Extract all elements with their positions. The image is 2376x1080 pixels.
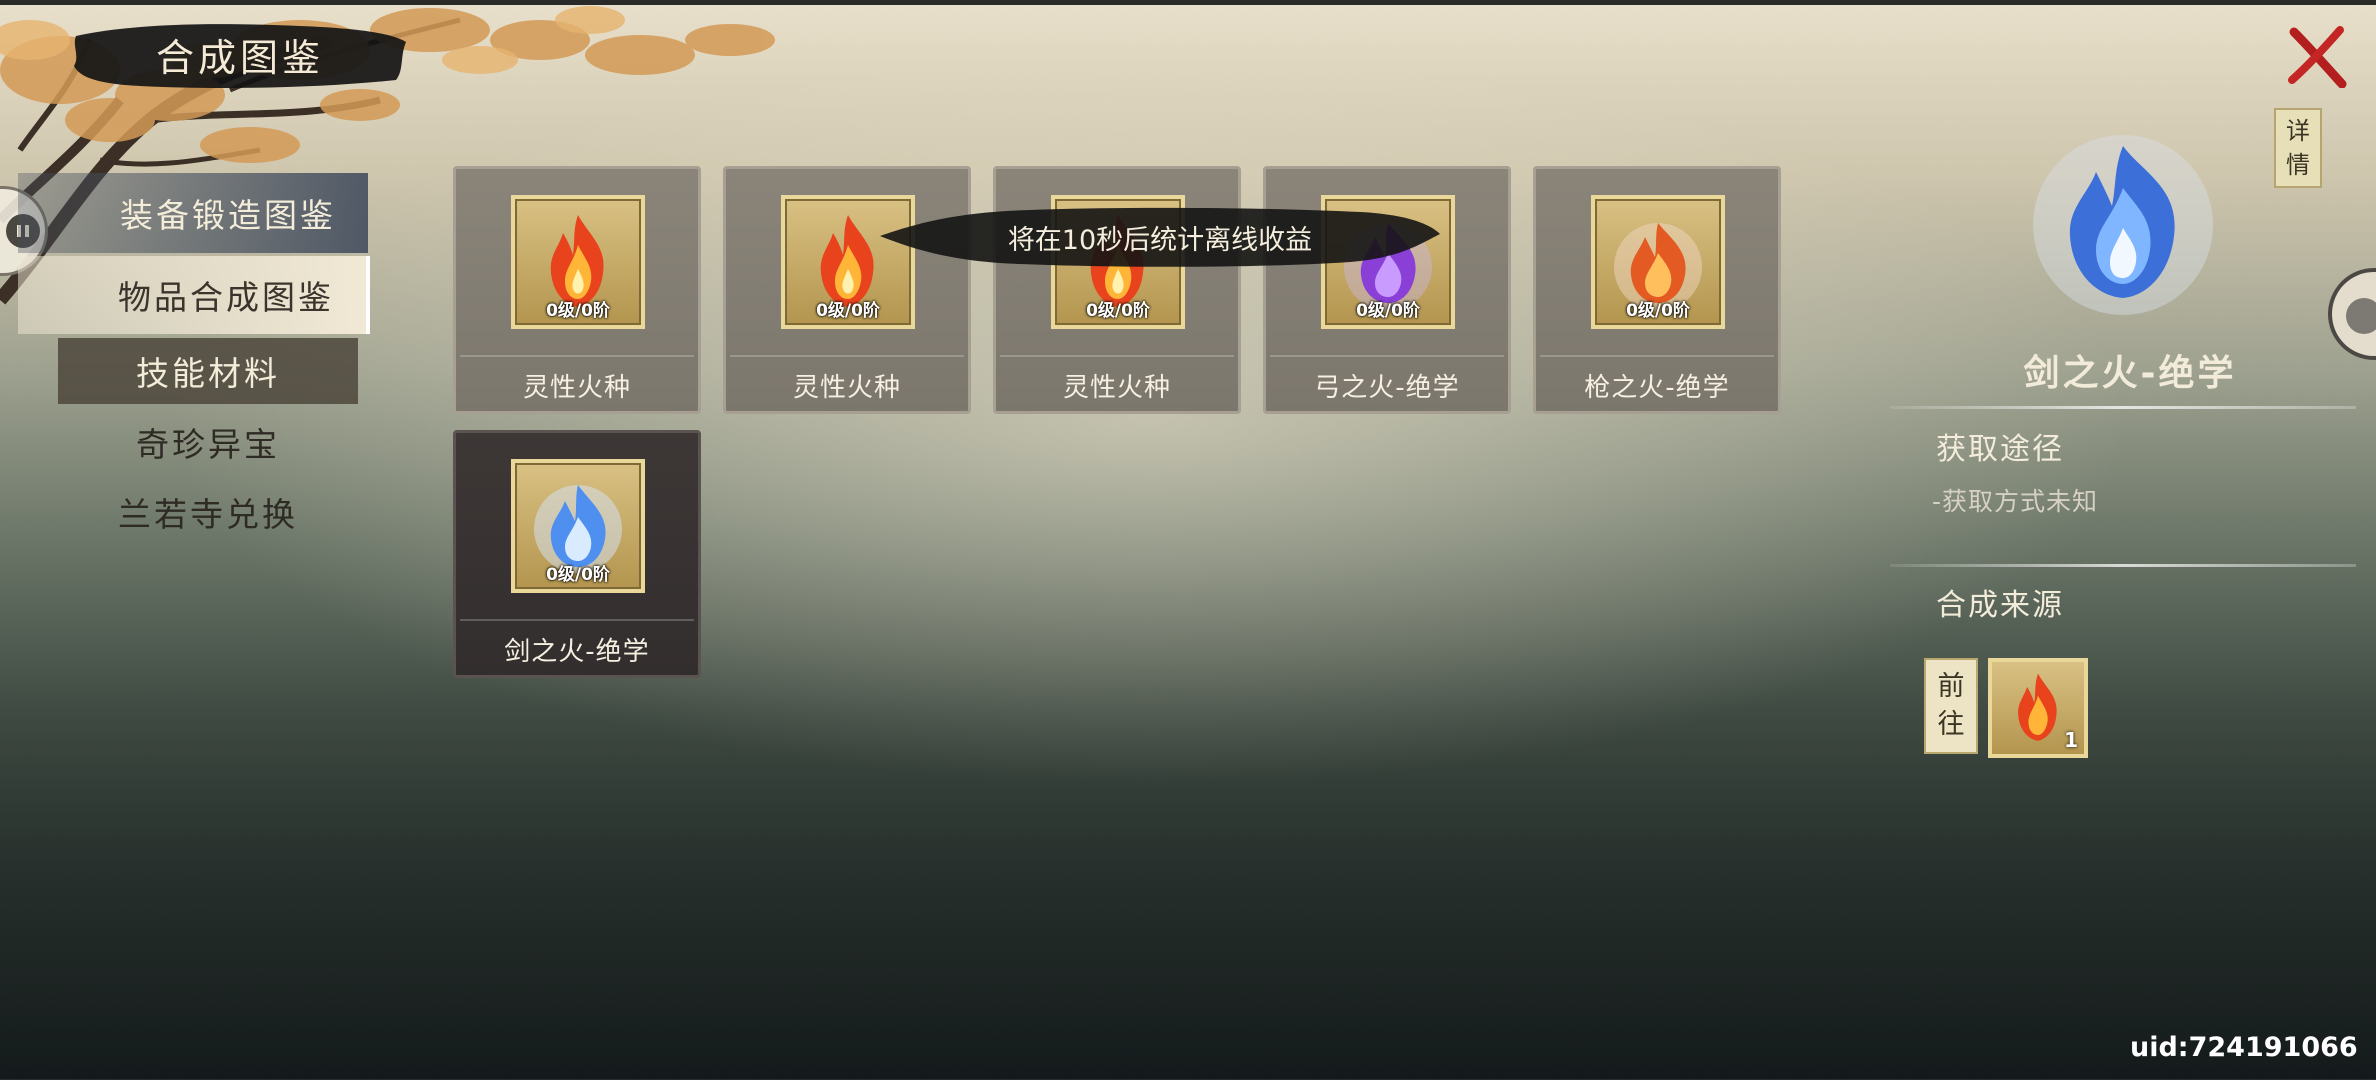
details-button[interactable]: 详情: [2274, 108, 2322, 188]
item-icon-frame: 0级/0阶: [511, 459, 645, 593]
divider: [1000, 355, 1234, 357]
nav-equipment-forge-guide[interactable]: 装备锻造图鉴: [18, 173, 368, 253]
item-level: 0级/0阶: [816, 301, 880, 321]
item-name: 枪之火-绝学: [1584, 372, 1730, 403]
item-name: 灵性火种: [522, 372, 631, 403]
goto-button[interactable]: 前往: [1924, 658, 1978, 754]
handle-dot: [2346, 298, 2376, 334]
obtain-method-text: -获取方式未知: [1932, 487, 2099, 516]
item-name: 弓之火-绝学: [1314, 372, 1460, 403]
divider: [1890, 564, 2356, 567]
divider: [460, 355, 694, 357]
divider: [1270, 355, 1504, 357]
item-card[interactable]: 0级/0阶 枪之火-绝学: [1533, 166, 1781, 414]
source-section-title: 合成来源: [1936, 588, 2064, 623]
item-icon-frame: 0级/0阶: [1591, 195, 1725, 329]
item-card-selected[interactable]: 0级/0阶 剑之火-绝学: [453, 430, 701, 678]
close-icon[interactable]: [2286, 26, 2348, 88]
item-count: 1: [2064, 728, 2078, 752]
item-level: 0级/0阶: [1086, 301, 1150, 321]
blue-flame-icon: [2033, 135, 2213, 315]
nav-lanruo-exchange[interactable]: 兰若寺兑换: [58, 482, 358, 542]
offline-reward-toast: 将在10秒后统计离线收益: [880, 200, 1440, 274]
user-id: uid:724191066: [2130, 1032, 2358, 1063]
nav-skill-materials[interactable]: 技能材料: [58, 338, 358, 404]
item-name: 灵性火种: [1062, 372, 1171, 403]
item-card[interactable]: 0级/0阶 灵性火种: [453, 166, 701, 414]
item-icon-frame: 0级/0阶: [511, 195, 645, 329]
obtain-section-title: 获取途径: [1936, 432, 2064, 467]
top-border: [0, 0, 2376, 5]
item-name: 剑之火-绝学: [504, 636, 650, 667]
toast-message: 将在10秒后统计离线收益: [1007, 224, 1313, 256]
page-title-banner: 合成图鉴: [70, 16, 410, 92]
item-level: 0级/0阶: [1626, 301, 1690, 321]
item-level: 0级/0阶: [546, 301, 610, 321]
nav-rare-treasures[interactable]: 奇珍异宝: [58, 412, 358, 472]
item-level: 0级/0阶: [1356, 301, 1420, 321]
page-title: 合成图鉴: [155, 35, 324, 80]
item-name: 灵性火种: [792, 372, 901, 403]
nav-item-synthesis-guide[interactable]: 物品合成图鉴: [18, 256, 370, 334]
item-level: 0级/0阶: [546, 565, 610, 585]
divider: [730, 355, 964, 357]
divider: [1540, 355, 1774, 357]
source-item-slot[interactable]: 1: [1988, 658, 2088, 758]
divider: [460, 619, 694, 621]
selected-item-name: 剑之火-绝学: [2023, 353, 2237, 394]
divider: [1890, 406, 2356, 409]
